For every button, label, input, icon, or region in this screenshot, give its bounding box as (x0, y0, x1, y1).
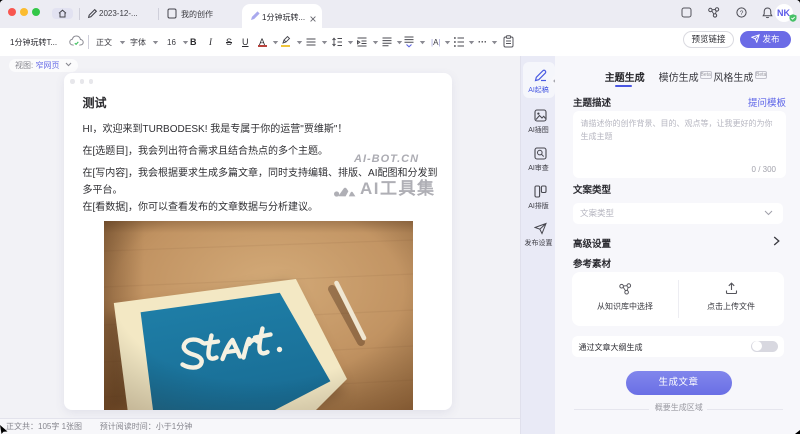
svg-text:?: ? (740, 10, 744, 17)
